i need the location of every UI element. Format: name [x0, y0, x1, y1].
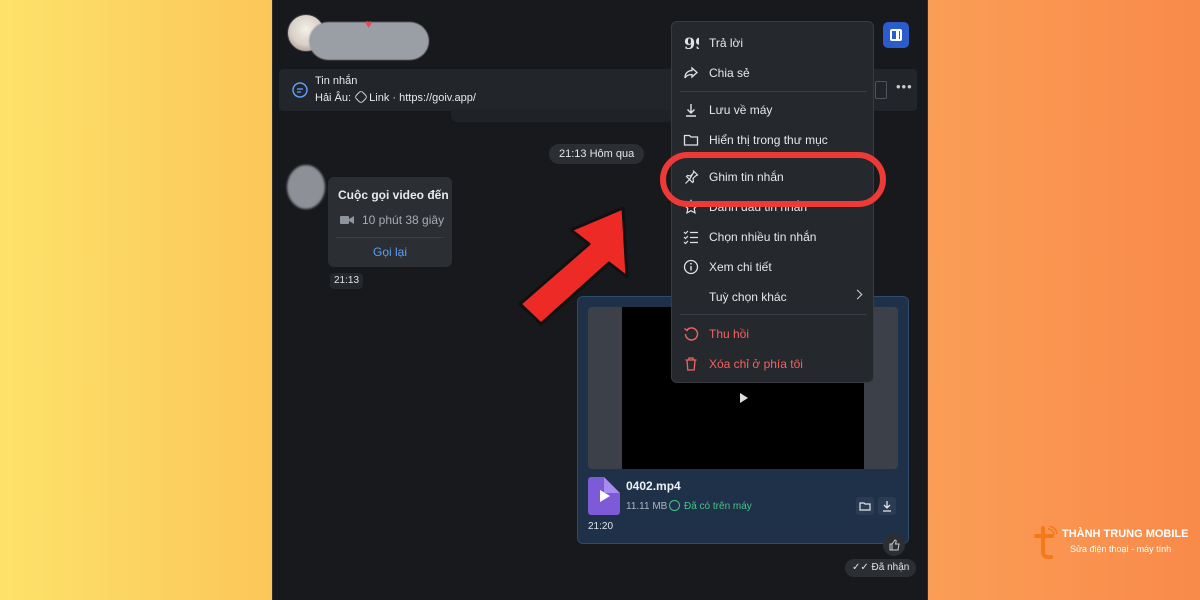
- open-folder-button[interactable]: [856, 497, 874, 515]
- panel-toggle-button[interactable]: [883, 22, 909, 48]
- trash-icon: [685, 357, 697, 371]
- thumbs-up-icon: [889, 539, 900, 551]
- pin-option-highlight: [660, 152, 886, 207]
- menu-item-label: Chọn nhiều tin nhắn: [709, 230, 817, 244]
- menu-separator: [680, 314, 867, 315]
- message-timestamp: 21:20: [588, 521, 614, 532]
- menu-item-label: Chia sẻ: [709, 66, 750, 80]
- delivery-status-label: Đã nhận: [871, 562, 910, 573]
- menu-item-select-multiple[interactable]: Chọn nhiều tin nhắn: [672, 225, 875, 249]
- reaction-button[interactable]: [883, 534, 905, 556]
- file-play-glyph: [600, 490, 610, 502]
- file-saved-status: Đã có trên máy: [684, 501, 752, 512]
- pinned-bar-shadow: [451, 110, 691, 122]
- folder-icon: [859, 502, 871, 511]
- sender-avatar[interactable]: [287, 165, 325, 209]
- more-options-icon[interactable]: •••: [896, 79, 913, 94]
- menu-item-label: Thu hồi: [709, 327, 750, 341]
- chevron-right-icon: [852, 289, 863, 300]
- menu-item-label: Trả lời: [709, 36, 744, 50]
- call-back-button[interactable]: Gọi lại: [328, 245, 452, 259]
- menu-separator: [680, 91, 867, 92]
- download-icon: [883, 501, 891, 512]
- delivery-status: ✓✓ Đã nhận: [845, 559, 917, 577]
- menu-item-save[interactable]: Lưu về máy: [672, 98, 875, 122]
- pinned-expand-icon[interactable]: [875, 81, 887, 99]
- brand-tagline: Sửa điện thoại - máy tính: [1070, 544, 1172, 554]
- pinned-title: Tin nhắn: [315, 75, 358, 87]
- play-icon[interactable]: [740, 393, 748, 403]
- pinned-link-url: · https://goiv.app/: [392, 92, 476, 104]
- video-call-card: Cuộc gọi video đến 10 phút 38 giây Gọi l…: [328, 177, 452, 267]
- recall-icon: [684, 327, 699, 341]
- folder-icon: [683, 134, 699, 146]
- menu-item-details[interactable]: Xem chi tiết: [672, 255, 875, 279]
- heart-icon: ♥: [365, 17, 373, 31]
- video-camera-icon: [340, 216, 354, 224]
- call-timestamp: 21:13: [330, 273, 364, 289]
- menu-item-reply[interactable]: 99 Trả lời: [672, 31, 875, 55]
- menu-item-show-in-folder[interactable]: Hiển thị trong thư mục: [672, 128, 875, 152]
- menu-item-delete-for-me[interactable]: Xóa chỉ ở phía tôi: [672, 352, 875, 376]
- day-separator: 21:13 Hôm qua: [549, 144, 645, 164]
- pointer-arrow-icon: [518, 206, 629, 326]
- pinned-preview: Hải Âu: Link · https://goiv.app/: [315, 89, 476, 105]
- video-file-icon: [588, 477, 620, 515]
- download-button[interactable]: [878, 497, 896, 515]
- divider: [336, 237, 444, 238]
- brand-watermark: THÀNH TRUNG MOBILE Sửa điện thoại - máy …: [1030, 522, 1190, 562]
- chat-bubble-icon: [292, 82, 308, 98]
- pinned-link-label: Link: [369, 92, 390, 104]
- menu-item-recall[interactable]: Thu hồi: [672, 322, 875, 346]
- menu-item-label: Tuỳ chọn khác: [709, 290, 787, 304]
- pinned-sender: Hải Âu:: [315, 92, 352, 104]
- menu-item-label: Hiển thị trong thư mục: [709, 133, 828, 147]
- checklist-icon: [683, 230, 698, 245]
- menu-item-label: Xem chi tiết: [709, 260, 772, 274]
- menu-item-label: Lưu về máy: [709, 103, 773, 117]
- brand-logo-icon: [1034, 526, 1058, 560]
- link-icon: [354, 89, 369, 105]
- file-size: 11.11 MB: [626, 501, 668, 512]
- sidebar-icon: [890, 29, 902, 41]
- share-icon: [684, 66, 698, 79]
- check-circle-icon: [669, 500, 680, 511]
- download-icon: [686, 104, 696, 117]
- call-duration: 10 phút 38 giây: [362, 213, 445, 227]
- brand-name: THÀNH TRUNG MOBILE: [1062, 528, 1189, 540]
- menu-item-label: Xóa chỉ ở phía tôi: [709, 357, 803, 371]
- svg-text:99: 99: [684, 35, 699, 51]
- menu-item-more-options[interactable]: Tuỳ chọn khác: [672, 285, 875, 309]
- file-name: 0402.mp4: [626, 479, 681, 493]
- call-title: Cuộc gọi video đến: [338, 188, 449, 202]
- quote-icon: 99: [684, 35, 699, 51]
- info-icon: [683, 259, 699, 275]
- menu-item-share[interactable]: Chia sẻ: [672, 61, 875, 85]
